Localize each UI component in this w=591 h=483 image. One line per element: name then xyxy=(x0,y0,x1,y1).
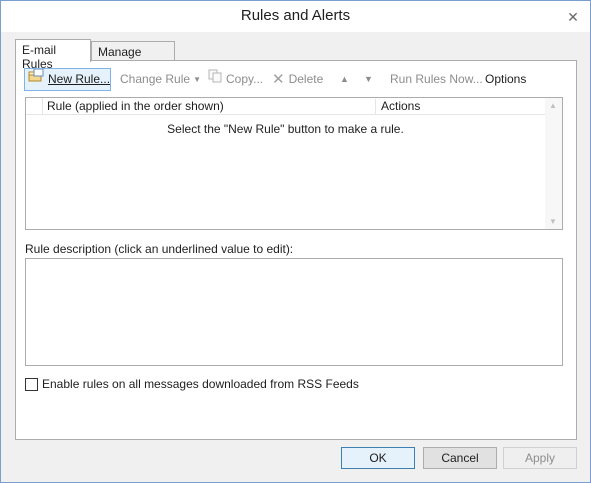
move-down-icon[interactable]: ▼ xyxy=(364,68,373,91)
rss-rules-checkbox[interactable] xyxy=(25,377,38,391)
new-rule-button[interactable]: New Rule... xyxy=(24,68,111,91)
copy-icon xyxy=(208,69,222,90)
ok-button[interactable]: OK xyxy=(341,447,415,469)
copy-button[interactable]: Copy... xyxy=(208,68,263,91)
rss-rules-option[interactable]: Enable rules on all messages downloaded … xyxy=(25,377,359,391)
change-rule-button[interactable]: Change Rule ▼ xyxy=(120,68,201,91)
options-label: Options xyxy=(485,72,527,86)
apply-button[interactable]: Apply xyxy=(503,447,577,469)
new-rule-label: New Rule... xyxy=(48,72,111,86)
delete-label: Delete xyxy=(288,72,324,86)
close-icon[interactable]: ✕ xyxy=(564,8,582,26)
delete-button[interactable]: ✕ Delete xyxy=(272,68,323,91)
column-header-actions[interactable]: Actions xyxy=(378,99,420,113)
move-up-icon[interactable]: ▲ xyxy=(340,68,349,91)
chevron-down-icon: ▼ xyxy=(193,75,201,84)
column-header-check[interactable] xyxy=(26,98,43,115)
rules-empty-message: Select the "New Rule" button to make a r… xyxy=(167,122,404,136)
rules-list[interactable]: Rule (applied in the order shown) Action… xyxy=(25,97,563,230)
dialog-body: E-mail Rules Manage Alerts New Rule... C… xyxy=(1,32,590,482)
delete-icon: ✕ xyxy=(272,71,285,88)
run-rules-now-button[interactable]: Run Rules Now... xyxy=(390,68,483,91)
rule-description-label: Rule description (click an underlined va… xyxy=(25,242,294,256)
rule-description-box[interactable] xyxy=(25,258,563,366)
tab-manage-alerts[interactable]: Manage Alerts xyxy=(91,41,175,73)
rules-list-header: Rule (applied in the order shown) Action… xyxy=(26,98,545,115)
rss-rules-label: Enable rules on all messages downloaded … xyxy=(42,377,359,391)
tab-email-rules[interactable]: E-mail Rules xyxy=(15,39,91,71)
copy-label: Copy... xyxy=(226,72,264,86)
run-rules-now-label: Run Rules Now... xyxy=(390,72,483,86)
scroll-down-icon[interactable]: ▼ xyxy=(549,217,557,226)
cancel-button[interactable]: Cancel xyxy=(423,447,497,469)
rules-list-scrollbar[interactable]: ▲ ▼ xyxy=(545,98,562,229)
email-rules-panel: New Rule... Change Rule ▼ Copy... ✕ Dele… xyxy=(15,60,577,440)
rules-toolbar: New Rule... Change Rule ▼ Copy... ✕ Dele… xyxy=(24,68,572,92)
rules-and-alerts-dialog: Rules and Alerts ✕ E-mail Rules Manage A… xyxy=(0,0,591,483)
change-rule-label: Change Rule xyxy=(120,72,191,86)
options-button[interactable]: Options xyxy=(485,68,526,91)
column-header-rule[interactable]: Rule (applied in the order shown) xyxy=(44,99,376,115)
scroll-up-icon[interactable]: ▲ xyxy=(549,101,557,110)
title-bar: Rules and Alerts ✕ xyxy=(1,1,590,32)
new-rule-icon xyxy=(28,68,44,90)
window-title: Rules and Alerts xyxy=(240,7,351,24)
